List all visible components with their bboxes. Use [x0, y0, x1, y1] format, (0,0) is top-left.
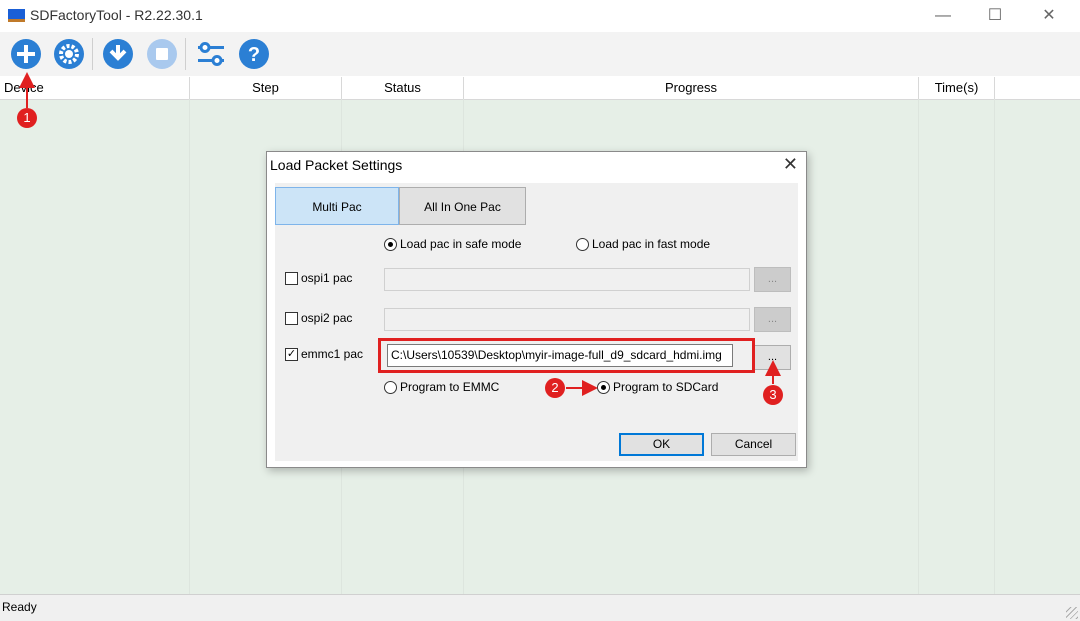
column-step[interactable]: Step: [190, 77, 342, 99]
checkbox-label: emmc1 pac: [301, 347, 364, 361]
radio-program-sdcard[interactable]: Program to SDCard: [597, 380, 718, 394]
radio-safe-mode[interactable]: Load pac in safe mode: [384, 237, 521, 251]
checkbox-icon: [285, 271, 298, 285]
config-icon[interactable]: [194, 37, 228, 71]
ospi1-checkbox[interactable]: ospi1 pac: [285, 271, 352, 285]
toolbar-separator: [185, 38, 186, 70]
settings-icon[interactable]: [52, 37, 86, 71]
grid-column-line: [994, 99, 995, 594]
cancel-button[interactable]: Cancel: [711, 433, 796, 456]
toolbar-separator: [92, 38, 93, 70]
toolbar: ?: [0, 32, 1080, 76]
add-icon[interactable]: [9, 37, 43, 71]
checkbox-label: ospi2 pac: [301, 311, 353, 325]
radio-label: Program to EMMC: [400, 380, 500, 394]
maximize-icon[interactable]: ☐: [980, 4, 1010, 28]
radio-label: Load pac in fast mode: [592, 237, 711, 251]
window-title: SDFactoryTool - R2.22.30.1: [30, 7, 203, 23]
radio-fast-mode[interactable]: Load pac in fast mode: [576, 237, 710, 251]
download-icon[interactable]: [101, 37, 135, 71]
column-progress[interactable]: Progress: [464, 77, 919, 99]
ok-button[interactable]: OK: [619, 433, 704, 456]
stop-icon[interactable]: [145, 37, 179, 71]
radio-program-emmc[interactable]: Program to EMMC: [384, 380, 499, 394]
close-icon[interactable]: ✕: [1034, 4, 1064, 28]
grid-column-line: [918, 99, 919, 594]
grid-column-line: [189, 99, 190, 594]
minimize-icon[interactable]: —: [928, 4, 958, 28]
tab-multi-pac[interactable]: Multi Pac: [275, 187, 399, 225]
annotation-badge-1: 1: [17, 108, 37, 128]
checkbox-label: ospi1 pac: [301, 271, 353, 285]
resize-grip-icon[interactable]: [1066, 607, 1078, 619]
ospi2-checkbox[interactable]: ospi2 pac: [285, 311, 352, 325]
emmc1-browse-button[interactable]: ...: [754, 345, 791, 370]
radio-unselected-icon: [576, 237, 589, 251]
column-status[interactable]: Status: [342, 77, 464, 99]
radio-label: Load pac in safe mode: [400, 237, 522, 251]
status-text: Ready: [2, 600, 37, 614]
ospi1-path-input[interactable]: [384, 268, 750, 291]
radio-selected-icon: [384, 237, 397, 251]
help-icon[interactable]: ?: [237, 37, 271, 71]
radio-unselected-icon: [384, 380, 397, 394]
annotation-highlight-box: [378, 338, 755, 373]
column-device[interactable]: Device: [0, 77, 190, 99]
annotation-badge-3: 3: [763, 385, 783, 405]
ospi1-browse-button[interactable]: ...: [754, 267, 791, 292]
radio-selected-icon: [597, 380, 610, 394]
checkbox-icon: [285, 311, 298, 325]
emmc1-checkbox[interactable]: ✓ emmc1 pac: [285, 347, 363, 361]
app-icon: [8, 9, 25, 22]
annotation-badge-2: 2: [545, 378, 565, 398]
close-icon[interactable]: ✕: [783, 154, 798, 175]
dialog-title: Load Packet Settings: [270, 157, 403, 173]
ospi2-path-input[interactable]: [384, 308, 750, 331]
load-packet-dialog: Load Packet Settings ✕ Multi Pac All In …: [266, 151, 807, 468]
grid-header: Device Step Status Progress Time(s): [0, 77, 1080, 100]
svg-text:?: ?: [248, 44, 260, 66]
ospi2-browse-button[interactable]: ...: [754, 307, 791, 332]
status-bar: Ready: [0, 594, 1080, 621]
column-time[interactable]: Time(s): [919, 77, 995, 99]
tab-all-in-one-pac[interactable]: All In One Pac: [399, 187, 526, 225]
title-bar: SDFactoryTool - R2.22.30.1 — ☐ ✕: [0, 0, 1080, 32]
checkmark-icon: ✓: [285, 347, 298, 361]
radio-label: Program to SDCard: [613, 380, 719, 394]
dialog-body: Multi Pac All In One Pac Load pac in saf…: [275, 183, 798, 461]
